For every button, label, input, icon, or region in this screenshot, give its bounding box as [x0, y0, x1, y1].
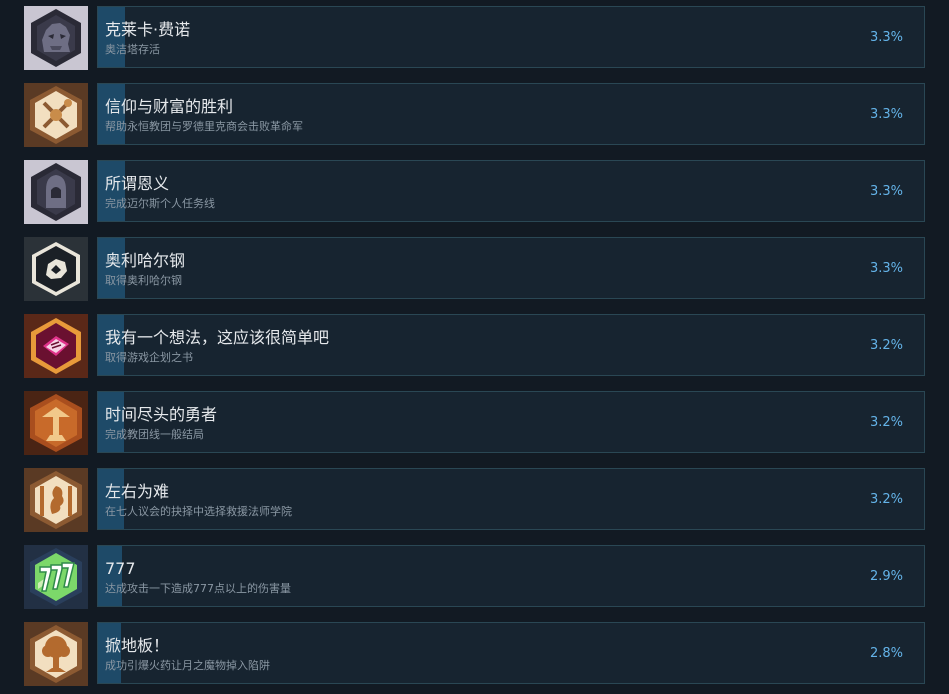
achievement-unlock-percent: 3.3%	[869, 184, 903, 199]
achievement-title: 777	[105, 559, 136, 578]
creature-head-icon	[24, 6, 88, 70]
achievement-unlock-percent: 2.8%	[869, 646, 903, 661]
achievement-row: 777 达成攻击一下造成777点以上的伤害量 2.9%	[0, 545, 949, 622]
dragon-banner-icon	[24, 468, 88, 532]
hooded-figure-icon	[24, 160, 88, 224]
achievement-title: 左右为难	[105, 482, 170, 501]
achievement-title: 克莱卡·费诺	[105, 20, 191, 39]
achievement-row: 左右为难 在七人议会的抉择中选择救援法师学院 3.2%	[0, 468, 949, 545]
achievement-progress-bar: 时间尽头的勇者 完成教团线一般结局 3.2%	[97, 391, 925, 453]
achievement-progress-bar: 奥利哈尔钢 取得奥利哈尔钢 3.3%	[97, 237, 925, 299]
achievement-description: 达成攻击一下造成777点以上的伤害量	[105, 582, 291, 595]
achievement-title: 奥利哈尔钢	[105, 251, 186, 270]
achievement-row: 时间尽头的勇者 完成教团线一般结局 3.2%	[0, 391, 949, 468]
tree-emblem-icon	[24, 391, 88, 455]
achievement-row: 掀地板！ 成功引爆火药让月之魔物掉入陷阱 2.8%	[0, 622, 949, 694]
design-book-icon	[24, 314, 88, 378]
achievement-title: 信仰与财富的胜利	[105, 97, 234, 116]
achievement-progress-bar: 左右为难 在七人议会的抉择中选择救援法师学院 3.2%	[97, 468, 925, 530]
achievement-unlock-percent: 2.9%	[869, 569, 903, 584]
achievement-description: 在七人议会的抉择中选择救援法师学院	[105, 505, 292, 518]
achievement-unlock-percent: 3.3%	[869, 261, 903, 276]
great-tree-icon	[24, 622, 88, 686]
achievement-progress-bar: 所谓恩义 完成迈尔斯个人任务线 3.3%	[97, 160, 925, 222]
achievement-row: 所谓恩义 完成迈尔斯个人任务线 3.3%	[0, 160, 949, 237]
achievement-progress-bar: 我有一个想法，这应该很简单吧 取得游戏企划之书 3.2%	[97, 314, 925, 376]
achievement-progress-bar: 777 达成攻击一下造成777点以上的伤害量 2.9%	[97, 545, 925, 607]
ore-chunk-icon	[24, 237, 88, 301]
achievement-progress-bar: 信仰与财富的胜利 帮助永恒教团与罗德里克商会击败革命军 3.3%	[97, 83, 925, 145]
lucky-777-icon	[24, 545, 88, 609]
achievement-progress-bar: 掀地板！ 成功引爆火药让月之魔物掉入陷阱 2.8%	[97, 622, 925, 684]
achievement-description: 完成教团线一般结局	[105, 428, 204, 441]
achievement-row: 克莱卡·费诺 奥洁塔存活 3.3%	[0, 6, 949, 83]
crossed-scepter-icon	[24, 83, 88, 147]
achievement-row: 奥利哈尔钢 取得奥利哈尔钢 3.3%	[0, 237, 949, 314]
achievement-row: 我有一个想法，这应该很简单吧 取得游戏企划之书 3.2%	[0, 314, 949, 391]
achievement-description: 奥洁塔存活	[105, 43, 160, 56]
achievement-title: 掀地板！	[105, 636, 170, 655]
achievement-description: 取得奥利哈尔钢	[105, 274, 182, 287]
achievement-title: 我有一个想法，这应该很简单吧	[105, 328, 330, 347]
achievement-description: 帮助永恒教团与罗德里克商会击败革命军	[105, 120, 303, 133]
achievement-description: 成功引爆火药让月之魔物掉入陷阱	[105, 659, 270, 672]
achievement-unlock-percent: 3.3%	[869, 107, 903, 122]
achievement-unlock-percent: 3.2%	[869, 338, 903, 353]
achievement-title: 所谓恩义	[105, 174, 170, 193]
achievement-description: 取得游戏企划之书	[105, 351, 193, 364]
achievement-list: 克莱卡·费诺 奥洁塔存活 3.3% 信仰与财富的胜利 帮助永恒教团与罗德里克商会…	[0, 0, 949, 694]
achievement-unlock-percent: 3.2%	[869, 415, 903, 430]
achievement-unlock-percent: 3.3%	[869, 30, 903, 45]
achievement-title: 时间尽头的勇者	[105, 405, 218, 424]
achievement-description: 完成迈尔斯个人任务线	[105, 197, 215, 210]
achievement-progress-bar: 克莱卡·费诺 奥洁塔存活 3.3%	[97, 6, 925, 68]
achievement-unlock-percent: 3.2%	[869, 492, 903, 507]
achievement-row: 信仰与财富的胜利 帮助永恒教团与罗德里克商会击败革命军 3.3%	[0, 83, 949, 160]
